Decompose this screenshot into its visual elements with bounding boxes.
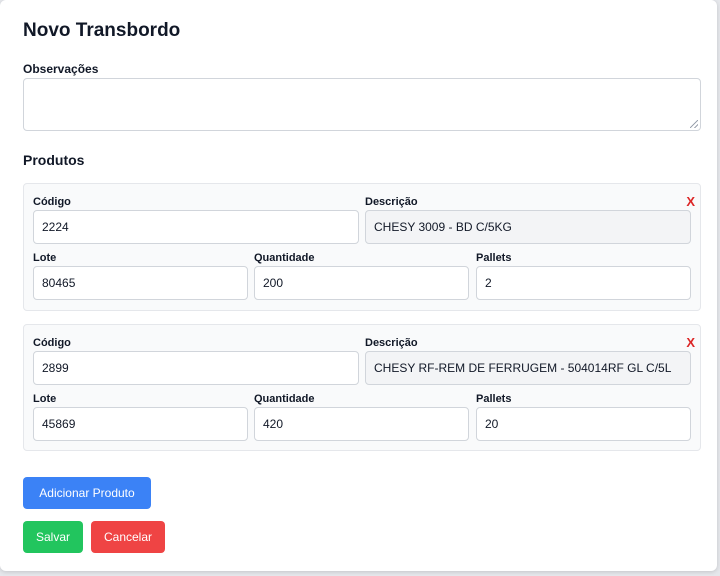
cancel-button[interactable]: Cancelar [91, 521, 165, 553]
transbordo-form-card: Novo Transbordo Observações Produtos X C… [0, 0, 717, 571]
add-product-button[interactable]: Adicionar Produto [23, 477, 151, 509]
lote-input[interactable]: 45869 [33, 407, 248, 441]
remove-product-button[interactable]: X [686, 194, 695, 209]
quantidade-input[interactable]: 420 [254, 407, 469, 441]
page-title: Novo Transbordo [23, 20, 181, 41]
lote-input[interactable]: 80465 [33, 266, 248, 300]
product-item: X Código 2899 Descrição CHESY RF-REM DE … [23, 324, 701, 451]
product-item: X Código 2224 Descrição CHESY 3009 - BD … [23, 183, 701, 311]
descricao-field: CHESY RF-REM DE FERRUGEM - 504014RF GL C… [365, 351, 691, 385]
resize-grip-icon[interactable] [690, 120, 698, 128]
codigo-label: Código [33, 196, 71, 208]
observations-wrapper [23, 78, 701, 131]
descricao-field: CHESY 3009 - BD C/5KG [365, 210, 691, 244]
pallets-label: Pallets [476, 252, 512, 264]
codigo-input[interactable]: 2224 [33, 210, 359, 244]
descricao-label: Descrição [365, 337, 418, 349]
codigo-label: Código [33, 337, 71, 349]
observations-label: Observações [23, 62, 99, 76]
quantidade-input[interactable]: 200 [254, 266, 469, 300]
products-heading: Produtos [23, 152, 85, 168]
remove-product-button[interactable]: X [686, 335, 695, 350]
pallets-label: Pallets [476, 393, 512, 405]
lote-label: Lote [33, 252, 57, 264]
pallets-input[interactable]: 20 [476, 407, 691, 441]
quantidade-label: Quantidade [254, 393, 315, 405]
pallets-input[interactable]: 2 [476, 266, 691, 300]
quantidade-label: Quantidade [254, 252, 315, 264]
codigo-input[interactable]: 2899 [33, 351, 359, 385]
descricao-label: Descrição [365, 196, 418, 208]
lote-label: Lote [33, 393, 57, 405]
save-button[interactable]: Salvar [23, 521, 83, 553]
